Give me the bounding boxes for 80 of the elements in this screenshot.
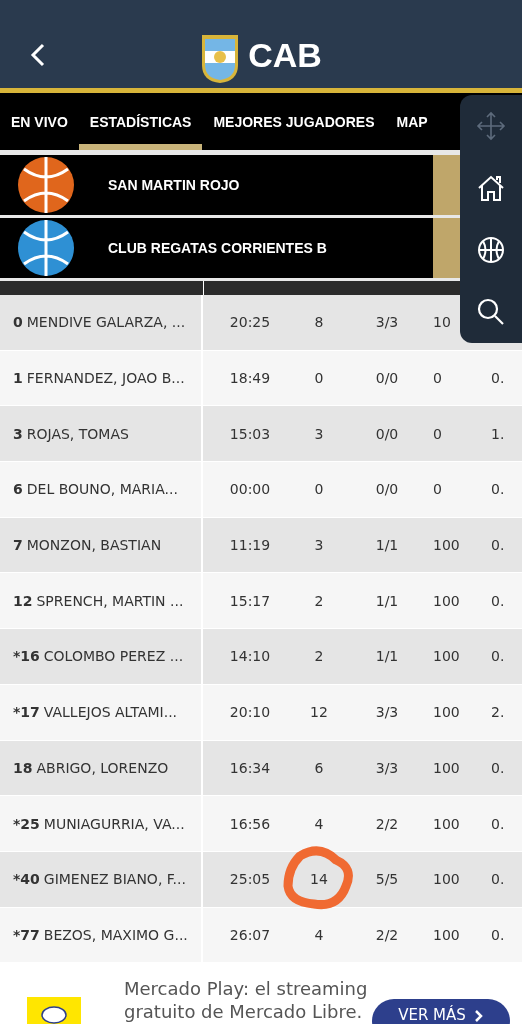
stat-cell: 0 — [314, 370, 324, 387]
stat-cell: 20:10 — [229, 704, 271, 721]
stat-cell: 11:19 — [229, 537, 271, 554]
stat-cell: 0. — [491, 926, 505, 943]
stat-cell: 1. — [491, 425, 505, 442]
stat-cell: 3/3 — [375, 759, 399, 776]
team-row[interactable]: SAN MARTIN ROJO — [0, 155, 460, 218]
stat-cell: 0. — [491, 759, 505, 776]
stat-cell: 1/1 — [375, 592, 399, 609]
stat-cell: 3/3 — [375, 314, 399, 331]
stat-cell: 1/1 — [375, 537, 399, 554]
stat-cell: 1/1 — [375, 648, 399, 665]
stat-cell: 0. — [491, 871, 505, 888]
stat-cell: 0 — [314, 481, 324, 498]
stat-cell: 00:00 — [229, 481, 271, 498]
player-cell: 6 DEL BOUNO, MARIA... — [0, 462, 203, 517]
stat-cell: 0/0 — [375, 370, 399, 387]
stat-cell: 14 — [310, 871, 328, 888]
team-name: SAN MARTIN ROJO — [108, 177, 240, 193]
stat-cell: 100 — [433, 537, 460, 554]
stat-cell: 4 — [314, 926, 324, 943]
stat-cell: 3 — [314, 537, 324, 554]
tab[interactable]: MEJORES JUGADORES — [202, 93, 386, 150]
stat-cell: 0. — [491, 815, 505, 832]
stat-cell: 4 — [314, 815, 324, 832]
stat-cell: 18:49 — [229, 370, 271, 387]
stat-cell: 2 — [314, 648, 324, 665]
stat-cell: 0 — [433, 425, 442, 442]
app-title: CAB — [248, 35, 322, 75]
stat-cell: 12 — [310, 704, 328, 721]
team-name: CLUB REGATAS CORRIENTES B — [108, 240, 327, 256]
stat-cell: 25:05 — [229, 871, 271, 888]
stat-cell: 0. — [491, 648, 505, 665]
stat-cell: 20:25 — [229, 314, 271, 331]
tab[interactable]: MAP — [385, 93, 428, 150]
player-cell: *25 MUNIAGURRIA, VA... — [0, 796, 203, 851]
stat-cell: 15:17 — [229, 592, 271, 609]
stat-cell: 0. — [491, 481, 505, 498]
stat-cell: 2/2 — [375, 815, 399, 832]
player-cell: *17 VALLEJOS ALTAMI... — [0, 684, 203, 740]
stat-cell: 100 — [433, 926, 460, 943]
stat-cell: 0 — [433, 370, 442, 387]
stat-cell: 0/0 — [375, 425, 399, 442]
stat-cell: 100 — [433, 871, 460, 888]
stat-cell: 6 — [314, 759, 324, 776]
stat-cell: 3 — [314, 425, 324, 442]
stat-cell: 14:10 — [229, 648, 271, 665]
stat-cell: 15:03 — [229, 425, 271, 442]
search-icon[interactable] — [476, 297, 506, 327]
stat-cell: 100 — [433, 648, 460, 665]
stat-cell: 2/2 — [375, 926, 399, 943]
stat-cell: 16:56 — [229, 815, 271, 832]
player-cell: *40 GIMENEZ BIANO, F... — [0, 851, 203, 907]
player-cell: *16 COLOMBO PEREZ ... — [0, 629, 203, 684]
tab[interactable]: EN VIVO — [0, 93, 79, 150]
stat-cell: 100 — [433, 759, 460, 776]
stat-cell: 100 — [433, 815, 460, 832]
stat-cell: 0. — [491, 592, 505, 609]
stat-cell: 100 — [433, 592, 460, 609]
stat-cell: 16:34 — [229, 759, 271, 776]
stat-cell: 8 — [314, 314, 324, 331]
player-cell: 0 MENDIVE GALARZA, ... — [0, 295, 203, 350]
stat-cell: 0. — [491, 537, 505, 554]
move-icon[interactable] — [476, 111, 506, 141]
basketball-icon[interactable] — [476, 235, 506, 265]
chevron-right-icon — [473, 1009, 484, 1024]
stat-cell: 5/5 — [375, 871, 399, 888]
stat-cell: 0/0 — [375, 481, 399, 498]
stat-cell: 3/3 — [375, 704, 399, 721]
stat-cell: 0 — [433, 481, 442, 498]
stat-cell: 10 — [433, 314, 451, 331]
stat-cell: 100 — [433, 704, 460, 721]
stat-cell: 26:07 — [229, 926, 271, 943]
stat-cell: 0. — [491, 370, 505, 387]
see-more-button[interactable]: VER MÁS — [372, 999, 510, 1024]
team-row[interactable]: CLUB REGATAS CORRIENTES B — [0, 218, 460, 281]
stat-cell: 2. — [491, 704, 505, 721]
ad-text: Mercado Play: el streaming gratuito de Mercado Libre. — [124, 977, 369, 1024]
stat-cell: 2 — [314, 592, 324, 609]
home-icon[interactable] — [476, 173, 506, 203]
